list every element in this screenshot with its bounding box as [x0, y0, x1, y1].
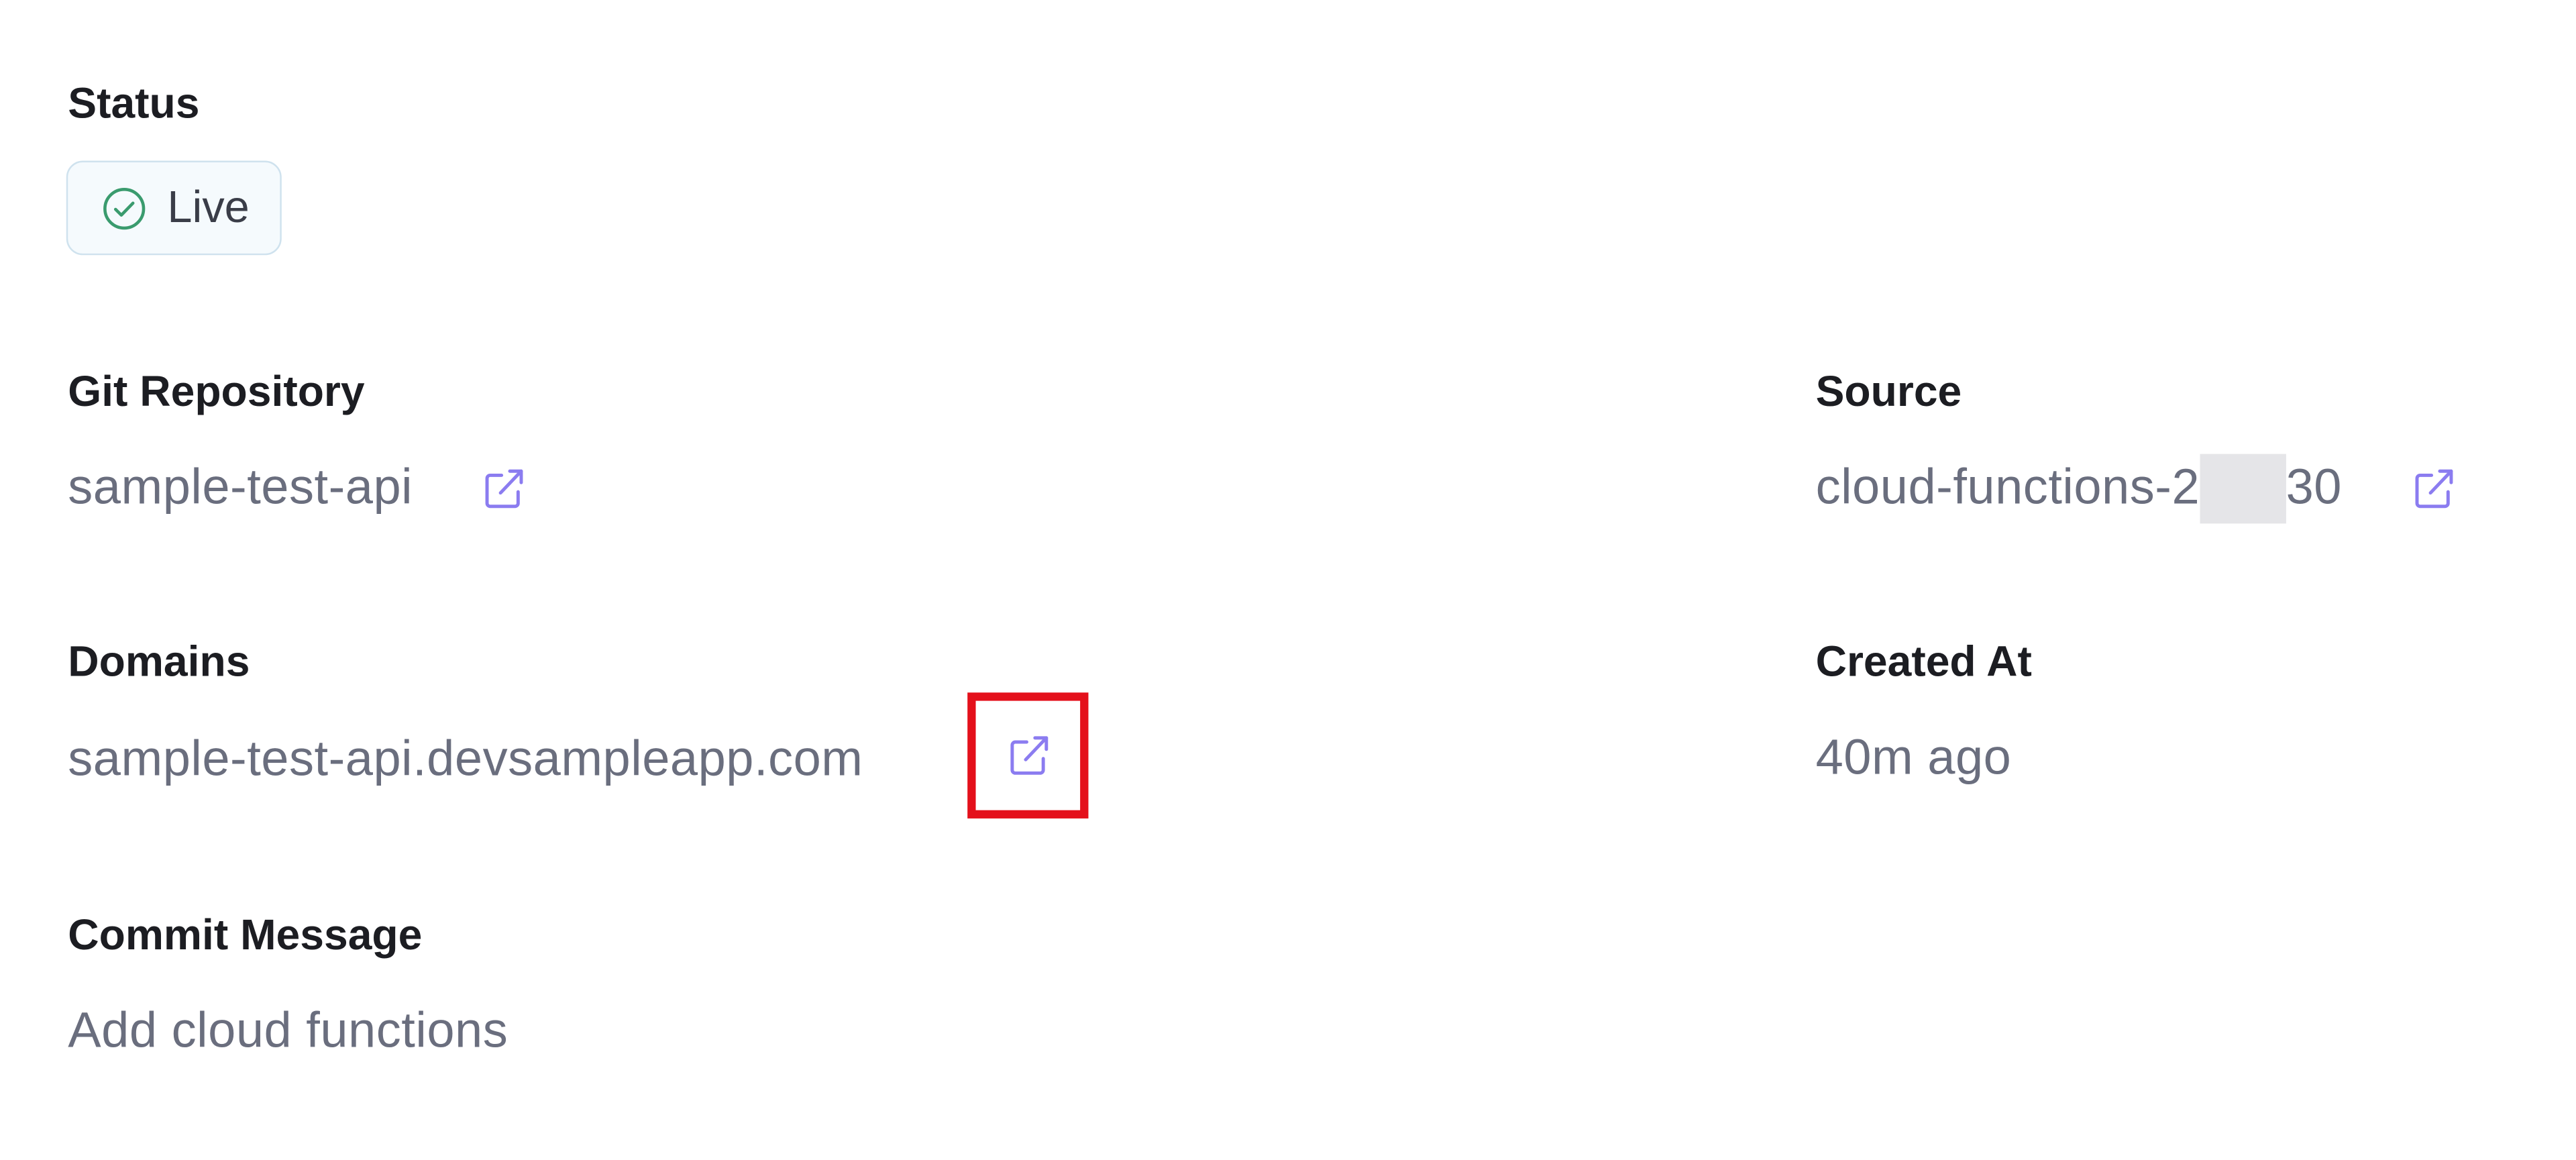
- commit-message-label-text: Commit Message: [68, 909, 423, 959]
- check-circle-icon: [103, 187, 146, 229]
- git-repository-label-text: Git Repository: [68, 366, 365, 416]
- created-at-label-text: Created At: [1815, 636, 2032, 686]
- domains-label-text: Domains: [68, 636, 250, 686]
- external-link-icon: [485, 469, 523, 509]
- created-at-row: 40m ago: [1815, 731, 2012, 786]
- source-value-suffix: 30: [2286, 460, 2342, 516]
- external-link-icon: [1010, 736, 1048, 775]
- status-badge-text: Live: [167, 182, 250, 232]
- source-value-prefix: cloud-functions-2: [1815, 460, 2200, 516]
- domains-label: Domains: [68, 639, 250, 684]
- commit-message-row: Add cloud functions: [68, 1004, 508, 1059]
- status-label-text: Status: [68, 78, 200, 128]
- source-external-link[interactable]: [2405, 461, 2461, 517]
- created-at-label: Created At: [1816, 639, 2032, 684]
- created-at-value: 40m ago: [1815, 731, 2012, 786]
- commit-message-value: Add cloud functions: [68, 1004, 508, 1059]
- deployment-details-panel: Status Live Git Repository sample-test-a…: [0, 0, 2576, 1160]
- commit-message-label: Commit Message: [68, 913, 422, 958]
- domains-external-link[interactable]: [1000, 727, 1056, 784]
- redacted-block: [2200, 454, 2286, 524]
- source-label-text: Source: [1815, 366, 1962, 416]
- status-badge: Live: [66, 160, 282, 256]
- external-link-icon: [2414, 469, 2453, 509]
- domains-external-link-highlight: [967, 692, 1089, 819]
- domains-row: sample-test-api.devsampleapp.com: [68, 735, 863, 785]
- source-row: cloud-functions-2 30: [1816, 454, 2461, 524]
- git-repository-row: sample-test-api: [68, 461, 532, 517]
- git-repository-value: sample-test-api: [68, 460, 413, 516]
- domains-value: sample-test-api.devsampleapp.com: [68, 732, 863, 788]
- git-repository-external-link[interactable]: [476, 461, 532, 517]
- status-label: Status: [68, 81, 199, 126]
- source-label: Source: [1816, 370, 1962, 415]
- git-repository-label: Git Repository: [68, 370, 364, 415]
